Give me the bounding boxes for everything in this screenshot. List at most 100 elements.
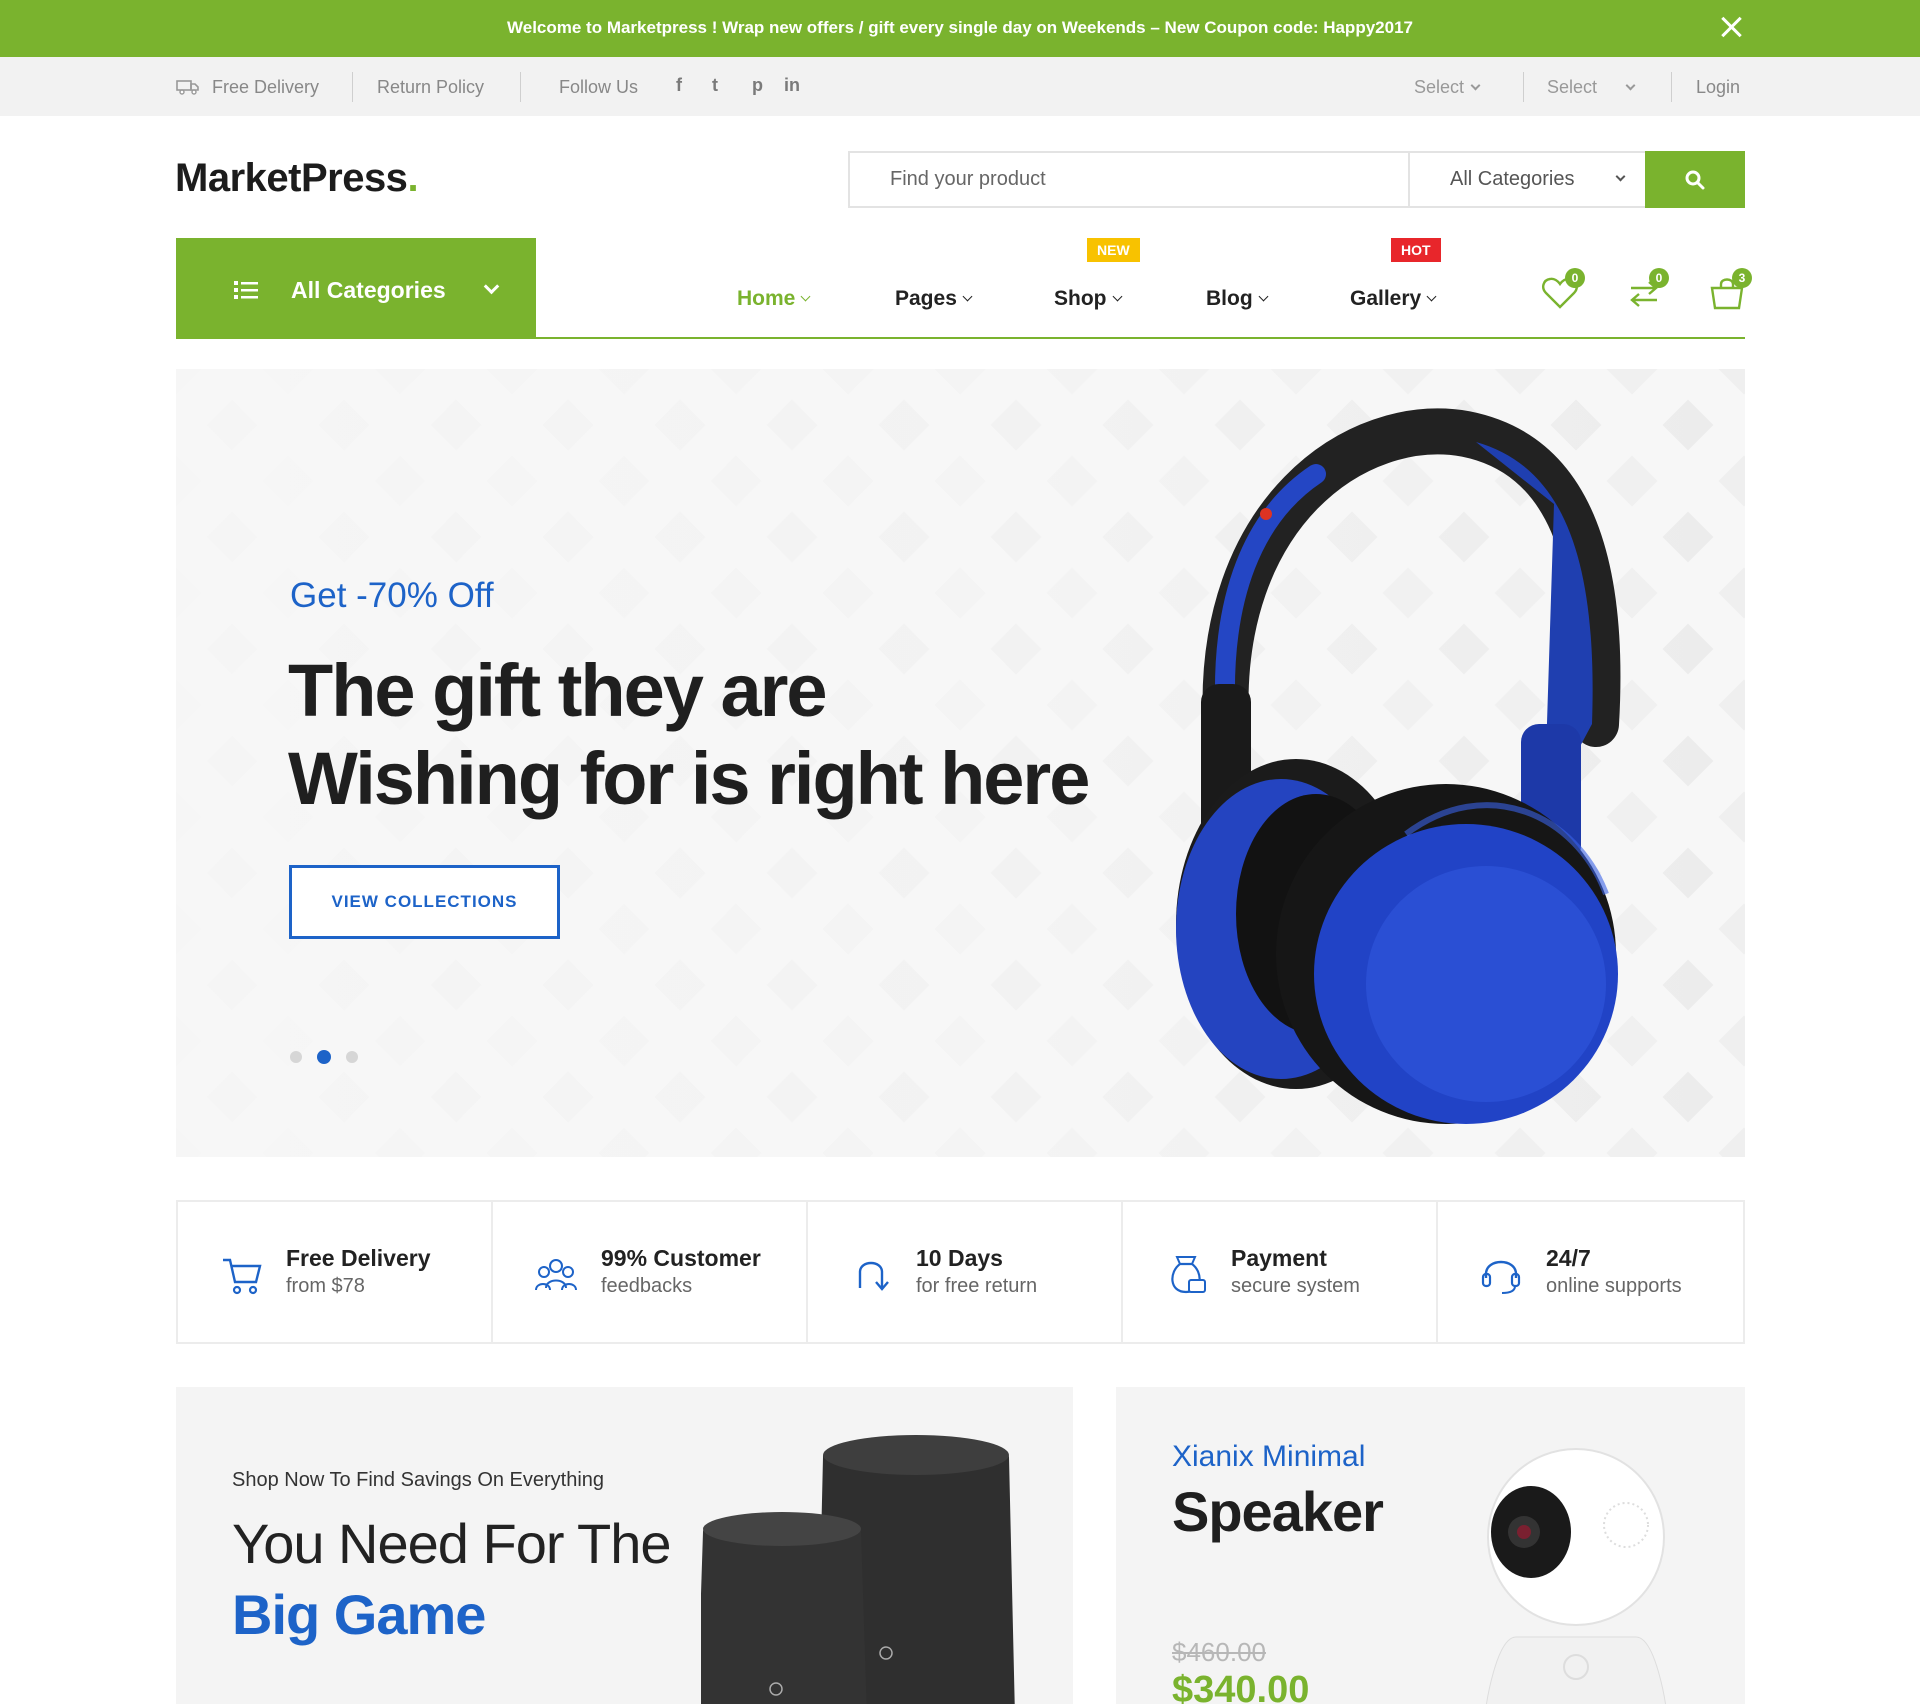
features-strip: Free Delivery from $78 99% Customer feed…: [176, 1200, 1745, 1344]
old-price: $460.00: [1172, 1637, 1266, 1667]
wishlist-count: 0: [1565, 268, 1585, 288]
cart-count: 3: [1732, 268, 1752, 288]
logo-dot: .: [407, 156, 419, 200]
divider: [520, 72, 521, 102]
camera-image: [1485, 1448, 1667, 1704]
list-icon: [234, 281, 258, 299]
feature-subtitle: for free return: [916, 1275, 1038, 1297]
nav-item-pages[interactable]: Pages: [895, 287, 973, 311]
feature-title: Free Delivery: [286, 1245, 431, 1271]
banner-tagline: Shop Now To Find Savings On Everything: [232, 1469, 605, 1491]
new-badge: NEW: [1087, 238, 1140, 262]
banner-eyebrow: Xianix Minimal: [1172, 1440, 1366, 1473]
all-categories-button[interactable]: All Categories: [176, 238, 536, 339]
twitter-icon[interactable]: t: [712, 75, 718, 96]
slider-dot-active[interactable]: [317, 1050, 331, 1064]
logo-text: MarketPress: [175, 156, 408, 200]
search-icon: [1685, 170, 1705, 190]
chevron-down-icon: [1112, 291, 1122, 302]
feature-item: Payment secure system: [1123, 1202, 1436, 1342]
return-icon: [858, 1261, 889, 1291]
free-delivery-link[interactable]: Free Delivery: [212, 77, 319, 98]
wishlist-button[interactable]: 0: [1541, 268, 1585, 312]
divider: [1671, 72, 1672, 102]
hero-title-line: Wishing for is right here: [288, 737, 1090, 820]
feature-title: 10 Days: [916, 1245, 1003, 1271]
hero-title: The gift they are Wishing for is right h…: [288, 647, 1090, 823]
chevron-down-icon: [800, 291, 811, 302]
feature-item: Free Delivery from $78: [178, 1202, 491, 1342]
banner-heading: You Need For The: [232, 1512, 672, 1575]
slider-dot[interactable]: [346, 1051, 358, 1063]
feature-title: 24/7: [1546, 1245, 1591, 1271]
language-select[interactable]: Select: [1414, 77, 1481, 98]
sale-price: $340.00: [1172, 1669, 1310, 1704]
feature-subtitle: online supports: [1546, 1275, 1682, 1297]
close-icon[interactable]: [1716, 12, 1746, 42]
money-bag-icon: [1171, 1256, 1206, 1294]
language-select-label: Select: [1414, 77, 1465, 97]
nav-item-gallery[interactable]: Gallery: [1350, 287, 1437, 311]
currency-select[interactable]: Select: [1547, 77, 1636, 98]
nav-item-label: Shop: [1054, 287, 1107, 310]
cart-icon: [223, 1258, 262, 1295]
nav-item-label: Blog: [1206, 287, 1253, 310]
slider-dot[interactable]: [290, 1051, 302, 1063]
chevron-down-icon: [1470, 80, 1481, 91]
feature-title: 99% Customer: [601, 1245, 761, 1271]
banner-heading-highlight: Big Game: [232, 1583, 486, 1646]
currency-select-label: Select: [1547, 77, 1598, 97]
hero-slider: Get -70% Off The gift they are Wishing f…: [176, 369, 1745, 1157]
search-button[interactable]: [1645, 151, 1745, 208]
facebook-icon[interactable]: f: [676, 75, 682, 96]
cart-button[interactable]: 3: [1708, 268, 1752, 312]
utility-bar: Free Delivery Return Policy Follow Us f …: [0, 57, 1920, 116]
chevron-down-icon: [1426, 291, 1437, 302]
all-categories-label: All Categories: [291, 277, 446, 303]
chevron-down-icon: [1625, 80, 1636, 91]
chevron-down-icon: [1258, 291, 1269, 302]
nav-underline: [536, 337, 1745, 339]
nav-item-blog[interactable]: Blog: [1206, 287, 1269, 311]
nav-item-label: Pages: [895, 287, 957, 310]
promo-banner-speaker[interactable]: Xianix Minimal Speaker $460.00 $340.00: [1116, 1387, 1745, 1704]
search-category-select[interactable]: All Categories: [1410, 153, 1646, 206]
nav-item-home[interactable]: Home: [737, 287, 811, 311]
view-collections-button[interactable]: VIEW COLLECTIONS: [289, 865, 560, 939]
pinterest-icon[interactable]: p: [752, 75, 763, 96]
banner-title: Speaker: [1172, 1480, 1384, 1543]
compare-count: 0: [1649, 268, 1669, 288]
hero-title-line: The gift they are: [288, 649, 828, 732]
promo-text: Welcome to Marketpress ! Wrap new offers…: [507, 18, 1413, 37]
headphones-image: [1176, 408, 1621, 1124]
feature-subtitle: secure system: [1231, 1275, 1360, 1297]
headset-icon: [1481, 1260, 1521, 1294]
search-input[interactable]: [850, 153, 1408, 206]
feature-item: 10 Days for free return: [808, 1202, 1121, 1342]
feature-item: 24/7 online supports: [1438, 1202, 1751, 1342]
compare-button[interactable]: 0: [1625, 268, 1669, 312]
feature-item: 99% Customer feedbacks: [493, 1202, 806, 1342]
hot-badge: HOT: [1391, 238, 1441, 262]
nav-item-label: Gallery: [1350, 287, 1422, 310]
chevron-down-icon: [483, 278, 500, 295]
nav-item-shop[interactable]: Shop: [1054, 287, 1122, 311]
linkedin-icon[interactable]: in: [784, 75, 800, 96]
promo-banner-big-game[interactable]: Shop Now To Find Savings On Everything Y…: [176, 1387, 1073, 1704]
customers-icon: [535, 1259, 577, 1291]
search-bar: All Categories: [848, 151, 1745, 208]
feature-title: Payment: [1231, 1245, 1327, 1271]
divider: [352, 72, 353, 102]
hero-eyebrow: Get -70% Off: [290, 576, 494, 615]
truck-icon: [176, 80, 199, 95]
promo-bar: Welcome to Marketpress ! Wrap new offers…: [0, 0, 1920, 57]
follow-us-label: Follow Us: [559, 77, 639, 97]
search-category-label: All Categories: [1450, 168, 1575, 190]
nav-item-label: Home: [737, 287, 796, 310]
logo[interactable]: MarketPress.: [175, 156, 419, 201]
feature-subtitle: feedbacks: [601, 1275, 693, 1297]
chevron-down-icon: [962, 291, 973, 302]
login-link[interactable]: Login: [1696, 77, 1740, 98]
speakers-image: [701, 1435, 1015, 1704]
return-policy-link[interactable]: Return Policy: [377, 77, 484, 98]
